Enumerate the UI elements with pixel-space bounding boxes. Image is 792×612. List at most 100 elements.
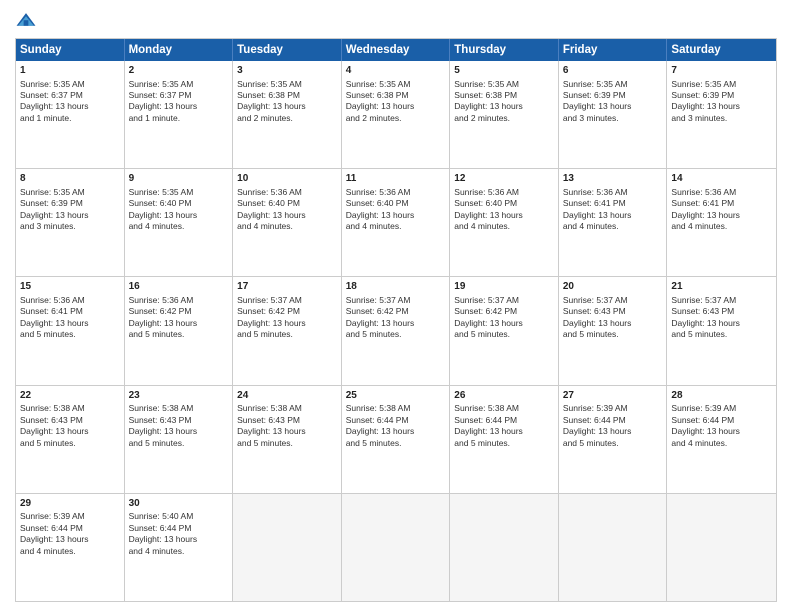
day-info-line: Sunrise: 5:36 AM xyxy=(563,187,663,198)
calendar-row-1: 1Sunrise: 5:35 AMSunset: 6:37 PMDaylight… xyxy=(16,61,776,168)
calendar-header: SundayMondayTuesdayWednesdayThursdayFrid… xyxy=(16,39,776,61)
day-number: 13 xyxy=(563,172,663,186)
empty-cell-4-3 xyxy=(342,494,451,601)
weekday-header-thursday: Thursday xyxy=(450,39,559,61)
day-info-line: Sunset: 6:43 PM xyxy=(563,306,663,317)
day-cell-9: 9Sunrise: 5:35 AMSunset: 6:40 PMDaylight… xyxy=(125,169,234,276)
day-info-line: and 5 minutes. xyxy=(454,329,554,340)
header xyxy=(15,10,777,32)
day-info-line: Sunrise: 5:35 AM xyxy=(671,79,772,90)
day-info-line: Sunrise: 5:39 AM xyxy=(671,403,772,414)
empty-cell-4-4 xyxy=(450,494,559,601)
day-info-line: and 5 minutes. xyxy=(346,438,446,449)
day-info-line: Daylight: 13 hours xyxy=(346,318,446,329)
day-info-line: Daylight: 13 hours xyxy=(20,210,120,221)
day-number: 4 xyxy=(346,64,446,78)
calendar-row-4: 22Sunrise: 5:38 AMSunset: 6:43 PMDayligh… xyxy=(16,385,776,493)
weekday-header-tuesday: Tuesday xyxy=(233,39,342,61)
day-number: 8 xyxy=(20,172,120,186)
weekday-header-sunday: Sunday xyxy=(16,39,125,61)
empty-cell-4-6 xyxy=(667,494,776,601)
day-number: 17 xyxy=(237,280,337,294)
day-cell-11: 11Sunrise: 5:36 AMSunset: 6:40 PMDayligh… xyxy=(342,169,451,276)
day-info-line: Sunset: 6:44 PM xyxy=(129,523,229,534)
day-info-line: Sunrise: 5:35 AM xyxy=(129,187,229,198)
day-cell-10: 10Sunrise: 5:36 AMSunset: 6:40 PMDayligh… xyxy=(233,169,342,276)
day-cell-23: 23Sunrise: 5:38 AMSunset: 6:43 PMDayligh… xyxy=(125,386,234,493)
day-info-line: Sunrise: 5:36 AM xyxy=(237,187,337,198)
day-cell-14: 14Sunrise: 5:36 AMSunset: 6:41 PMDayligh… xyxy=(667,169,776,276)
day-info-line: Sunset: 6:43 PM xyxy=(237,415,337,426)
day-info-line: Sunset: 6:42 PM xyxy=(129,306,229,317)
day-info-line: and 4 minutes. xyxy=(454,221,554,232)
day-cell-27: 27Sunrise: 5:39 AMSunset: 6:44 PMDayligh… xyxy=(559,386,668,493)
day-info-line: and 5 minutes. xyxy=(454,438,554,449)
day-info-line: Sunrise: 5:36 AM xyxy=(129,295,229,306)
day-number: 18 xyxy=(346,280,446,294)
day-number: 30 xyxy=(129,497,229,511)
day-cell-6: 6Sunrise: 5:35 AMSunset: 6:39 PMDaylight… xyxy=(559,61,668,168)
weekday-header-saturday: Saturday xyxy=(667,39,776,61)
day-cell-18: 18Sunrise: 5:37 AMSunset: 6:42 PMDayligh… xyxy=(342,277,451,384)
day-info-line: and 4 minutes. xyxy=(129,546,229,557)
day-info-line: Daylight: 13 hours xyxy=(237,426,337,437)
day-cell-1: 1Sunrise: 5:35 AMSunset: 6:37 PMDaylight… xyxy=(16,61,125,168)
day-cell-8: 8Sunrise: 5:35 AMSunset: 6:39 PMDaylight… xyxy=(16,169,125,276)
day-info-line: Sunrise: 5:37 AM xyxy=(454,295,554,306)
day-info-line: Sunset: 6:41 PM xyxy=(20,306,120,317)
day-cell-4: 4Sunrise: 5:35 AMSunset: 6:38 PMDaylight… xyxy=(342,61,451,168)
day-info-line: Sunset: 6:41 PM xyxy=(563,198,663,209)
day-info-line: Sunrise: 5:36 AM xyxy=(20,295,120,306)
day-info-line: Sunrise: 5:35 AM xyxy=(563,79,663,90)
day-info-line: and 2 minutes. xyxy=(454,113,554,124)
logo xyxy=(15,10,40,32)
day-number: 3 xyxy=(237,64,337,78)
day-info-line: Daylight: 13 hours xyxy=(563,318,663,329)
day-info-line: Sunrise: 5:38 AM xyxy=(129,403,229,414)
day-info-line: Daylight: 13 hours xyxy=(20,101,120,112)
day-info-line: Sunrise: 5:36 AM xyxy=(346,187,446,198)
day-info-line: and 4 minutes. xyxy=(563,221,663,232)
day-number: 12 xyxy=(454,172,554,186)
day-info-line: Daylight: 13 hours xyxy=(563,210,663,221)
day-info-line: and 5 minutes. xyxy=(237,438,337,449)
day-info-line: Daylight: 13 hours xyxy=(454,426,554,437)
empty-cell-4-5 xyxy=(559,494,668,601)
day-info-line: Daylight: 13 hours xyxy=(237,318,337,329)
day-info-line: and 5 minutes. xyxy=(346,329,446,340)
day-number: 9 xyxy=(129,172,229,186)
day-info-line: Daylight: 13 hours xyxy=(671,426,772,437)
day-info-line: Sunset: 6:40 PM xyxy=(129,198,229,209)
day-info-line: Sunset: 6:42 PM xyxy=(346,306,446,317)
day-number: 25 xyxy=(346,389,446,403)
day-cell-24: 24Sunrise: 5:38 AMSunset: 6:43 PMDayligh… xyxy=(233,386,342,493)
empty-cell-4-2 xyxy=(233,494,342,601)
day-number: 21 xyxy=(671,280,772,294)
day-info-line: Sunset: 6:37 PM xyxy=(129,90,229,101)
day-info-line: Daylight: 13 hours xyxy=(129,426,229,437)
day-info-line: Sunset: 6:38 PM xyxy=(346,90,446,101)
calendar-row-3: 15Sunrise: 5:36 AMSunset: 6:41 PMDayligh… xyxy=(16,276,776,384)
day-number: 11 xyxy=(346,172,446,186)
day-info-line: Sunset: 6:39 PM xyxy=(671,90,772,101)
day-info-line: Daylight: 13 hours xyxy=(671,210,772,221)
day-number: 23 xyxy=(129,389,229,403)
day-info-line: Sunrise: 5:37 AM xyxy=(237,295,337,306)
calendar-row-2: 8Sunrise: 5:35 AMSunset: 6:39 PMDaylight… xyxy=(16,168,776,276)
day-cell-16: 16Sunrise: 5:36 AMSunset: 6:42 PMDayligh… xyxy=(125,277,234,384)
day-info-line: Sunset: 6:44 PM xyxy=(454,415,554,426)
weekday-header-friday: Friday xyxy=(559,39,668,61)
day-info-line: Daylight: 13 hours xyxy=(129,534,229,545)
logo-icon xyxy=(15,10,37,32)
day-info-line: Daylight: 13 hours xyxy=(20,318,120,329)
day-info-line: Sunset: 6:43 PM xyxy=(671,306,772,317)
calendar-body: 1Sunrise: 5:35 AMSunset: 6:37 PMDaylight… xyxy=(16,61,776,601)
day-cell-28: 28Sunrise: 5:39 AMSunset: 6:44 PMDayligh… xyxy=(667,386,776,493)
day-number: 15 xyxy=(20,280,120,294)
day-info-line: Sunrise: 5:38 AM xyxy=(346,403,446,414)
day-info-line: Sunset: 6:40 PM xyxy=(237,198,337,209)
day-cell-12: 12Sunrise: 5:36 AMSunset: 6:40 PMDayligh… xyxy=(450,169,559,276)
day-info-line: and 5 minutes. xyxy=(20,438,120,449)
day-info-line: Sunrise: 5:35 AM xyxy=(20,79,120,90)
calendar-row-5: 29Sunrise: 5:39 AMSunset: 6:44 PMDayligh… xyxy=(16,493,776,601)
